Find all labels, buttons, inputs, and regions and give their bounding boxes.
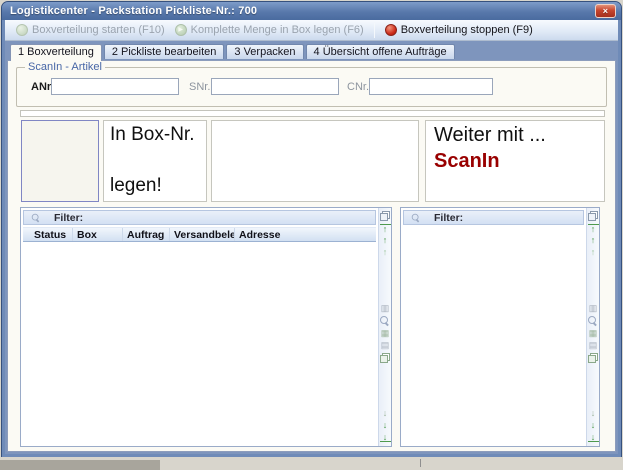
start-boxverteilung-button: Boxverteilung starten (F10) (11, 23, 170, 37)
background-window-edge (0, 457, 623, 470)
zoom-icon[interactable] (588, 316, 598, 326)
boxverteilung-tab-panel: ScanIn - Artikel ANr. SNr. CNr. In Box-N… (7, 60, 616, 452)
scanin-artikel-group: ScanIn - Artikel ANr. SNr. CNr. (16, 67, 607, 107)
window-title: Logistikcenter - Packstation Pickliste-N… (10, 5, 257, 17)
column-header-adresse[interactable]: Adresse (235, 228, 376, 241)
columns-icon[interactable]: ▥ (380, 304, 391, 313)
grid-body-empty (23, 242, 376, 444)
scroll-up-icon[interactable]: ↑ (588, 236, 599, 245)
column-header-auftrag[interactable]: Auftrag (123, 228, 170, 241)
cnr-input[interactable] (369, 78, 493, 95)
stop-button-label: Boxverteilung stoppen (F9) (401, 24, 533, 36)
right-grid-body-empty (403, 227, 584, 444)
right-panel-toolbar-strip: ↑ ↑ ↑ ▥ ▦ ▤ ↓ ↓ ↓ (586, 208, 599, 446)
tab-verpacken[interactable]: 3 Verpacken (226, 44, 303, 59)
search-icon (32, 213, 41, 222)
instruction-line2: legen! (110, 175, 206, 197)
background-divider (420, 459, 421, 467)
move-down-icon[interactable]: ↓ (380, 409, 391, 418)
move-up-icon[interactable]: ↑ (588, 248, 599, 257)
column-header-box[interactable]: Box (73, 228, 123, 241)
anr-input[interactable] (51, 78, 179, 95)
instruction-box: In Box-Nr. legen! (103, 120, 207, 202)
left-panel-toolbar-strip: ↑ ↑ ↑ ▥ ▦ ▤ ↓ ↓ ↓ (378, 208, 391, 446)
grid-view-icon[interactable]: ▦ (380, 329, 391, 338)
copy-window-icon[interactable] (588, 211, 598, 221)
toolbar: Boxverteilung starten (F10) ▶ Komplette … (5, 20, 618, 41)
komplette-menge-label: Komplette Menge in Box legen (F6) (191, 24, 364, 36)
continue-line1: Weiter mit ... (434, 124, 604, 147)
continue-line2-scanin: ScanIn (434, 150, 604, 173)
move-down-icon[interactable]: ↓ (588, 409, 599, 418)
close-button[interactable]: × (595, 4, 616, 18)
duplicate-icon[interactable] (588, 353, 598, 363)
message-strip (20, 110, 605, 117)
detail-grid-panel: Filter: ↑ ↑ ↑ ▥ ▦ ▤ ↓ ↓ (400, 207, 600, 447)
grid-header-row: Status Box Auftrag Versandbeleg Adresse (23, 227, 376, 242)
box-number-display (211, 120, 419, 202)
start-button-label: Boxverteilung starten (F10) (32, 24, 165, 36)
tab-boxverteilung[interactable]: 1 Boxverteilung (10, 44, 102, 61)
zoom-icon[interactable] (380, 316, 390, 326)
columns-icon[interactable]: ▥ (588, 304, 599, 313)
komplette-menge-button: ▶ Komplette Menge in Box legen (F6) (170, 23, 369, 37)
scroll-to-bottom-icon[interactable]: ↓ (588, 433, 599, 442)
copy-window-icon[interactable] (380, 211, 390, 221)
grid-view-icon[interactable]: ▦ (588, 329, 599, 338)
app-window: Logistikcenter - Packstation Pickliste-N… (1, 1, 622, 458)
stop-boxverteilung-button[interactable]: Boxverteilung stoppen (F9) (380, 23, 538, 37)
toolbar-separator (374, 23, 375, 38)
tab-bar: 1 Boxverteilung 2 Pickliste bearbeiten 3… (10, 44, 455, 61)
instruction-line1: In Box-Nr. (110, 124, 206, 146)
article-image-box (21, 120, 99, 202)
snr-input[interactable] (211, 78, 339, 95)
scanin-group-title: ScanIn - Artikel (25, 61, 105, 73)
content-background: 1 Boxverteilung 2 Pickliste bearbeiten 3… (5, 41, 618, 454)
right-filter-bar[interactable]: Filter: (403, 210, 584, 225)
stop-circle-icon (385, 24, 397, 36)
move-up-icon[interactable]: ↑ (380, 248, 391, 257)
scroll-to-top-icon[interactable]: ↑ (380, 224, 391, 233)
title-bar: Logistikcenter - Packstation Pickliste-N… (2, 2, 621, 20)
background-segment (0, 460, 160, 470)
start-circle-icon (16, 24, 28, 36)
scroll-to-bottom-icon[interactable]: ↓ (380, 433, 391, 442)
cnr-label: CNr. (347, 81, 369, 93)
search-icon (412, 213, 421, 222)
tab-pickliste-bearbeiten[interactable]: 2 Pickliste bearbeiten (104, 44, 225, 59)
right-filter-label: Filter: (434, 212, 463, 224)
continue-hint-box: Weiter mit ... ScanIn (425, 120, 605, 202)
scroll-up-icon[interactable]: ↑ (380, 236, 391, 245)
scroll-down-icon[interactable]: ↓ (588, 421, 599, 430)
tab-uebersicht-offene-auftraege[interactable]: 4 Übersicht offene Aufträge (306, 44, 455, 59)
left-filter-label: Filter: (54, 212, 83, 224)
column-header-status[interactable]: Status (23, 228, 73, 241)
rows-view-icon[interactable]: ▤ (588, 341, 599, 350)
arrow-glyph: ▶ (178, 25, 183, 35)
scroll-to-top-icon[interactable]: ↑ (588, 224, 599, 233)
box-grid-panel: Filter: Status Box Auftrag Versandbeleg … (20, 207, 392, 447)
close-icon: × (603, 6, 608, 16)
snr-label: SNr. (189, 81, 210, 93)
scroll-down-icon[interactable]: ↓ (380, 421, 391, 430)
left-filter-bar[interactable]: Filter: (23, 210, 376, 225)
rows-view-icon[interactable]: ▤ (380, 341, 391, 350)
arrow-circle-icon: ▶ (175, 24, 187, 36)
column-header-versandbeleg[interactable]: Versandbeleg (170, 228, 235, 241)
duplicate-icon[interactable] (380, 353, 390, 363)
